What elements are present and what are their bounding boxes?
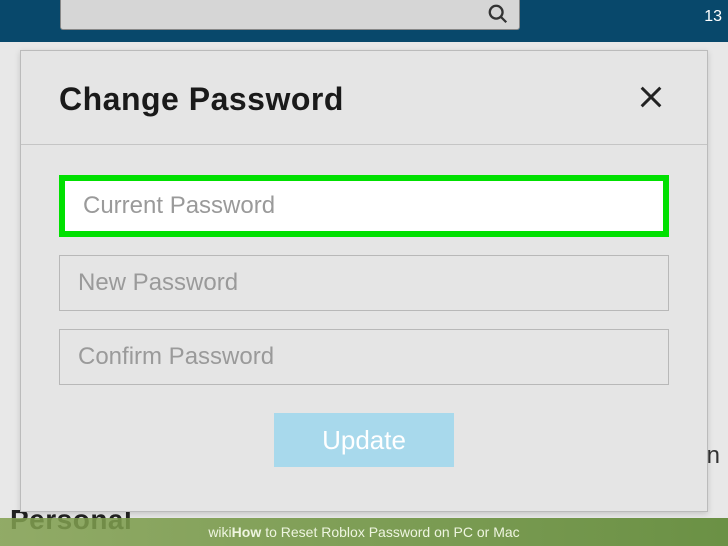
top-right-counter: 13	[704, 8, 722, 26]
update-button[interactable]: Update	[274, 413, 454, 467]
close-icon	[637, 83, 665, 111]
confirm-password-input[interactable]	[59, 329, 669, 385]
change-password-modal: Change Password Update	[20, 50, 708, 512]
modal-title: Change Password	[59, 81, 344, 118]
watermark-article-title: to Reset Roblox Password on PC or Mac	[265, 524, 519, 540]
search-icon[interactable]	[487, 3, 509, 30]
top-nav-bar: 13	[0, 0, 728, 42]
new-password-wrap	[59, 255, 669, 311]
modal-header: Change Password	[21, 51, 707, 144]
password-form: Update	[21, 145, 707, 477]
wikihow-watermark: wikiHow to Reset Roblox Password on PC o…	[0, 518, 728, 546]
current-password-highlight	[59, 175, 669, 237]
close-button[interactable]	[633, 79, 669, 120]
current-password-input[interactable]	[65, 181, 663, 231]
watermark-wiki: wiki	[208, 524, 231, 540]
new-password-input[interactable]	[59, 255, 669, 311]
search-box[interactable]	[60, 0, 520, 30]
watermark-how: How	[232, 524, 262, 540]
partial-text: n	[707, 442, 720, 470]
confirm-password-wrap	[59, 329, 669, 385]
